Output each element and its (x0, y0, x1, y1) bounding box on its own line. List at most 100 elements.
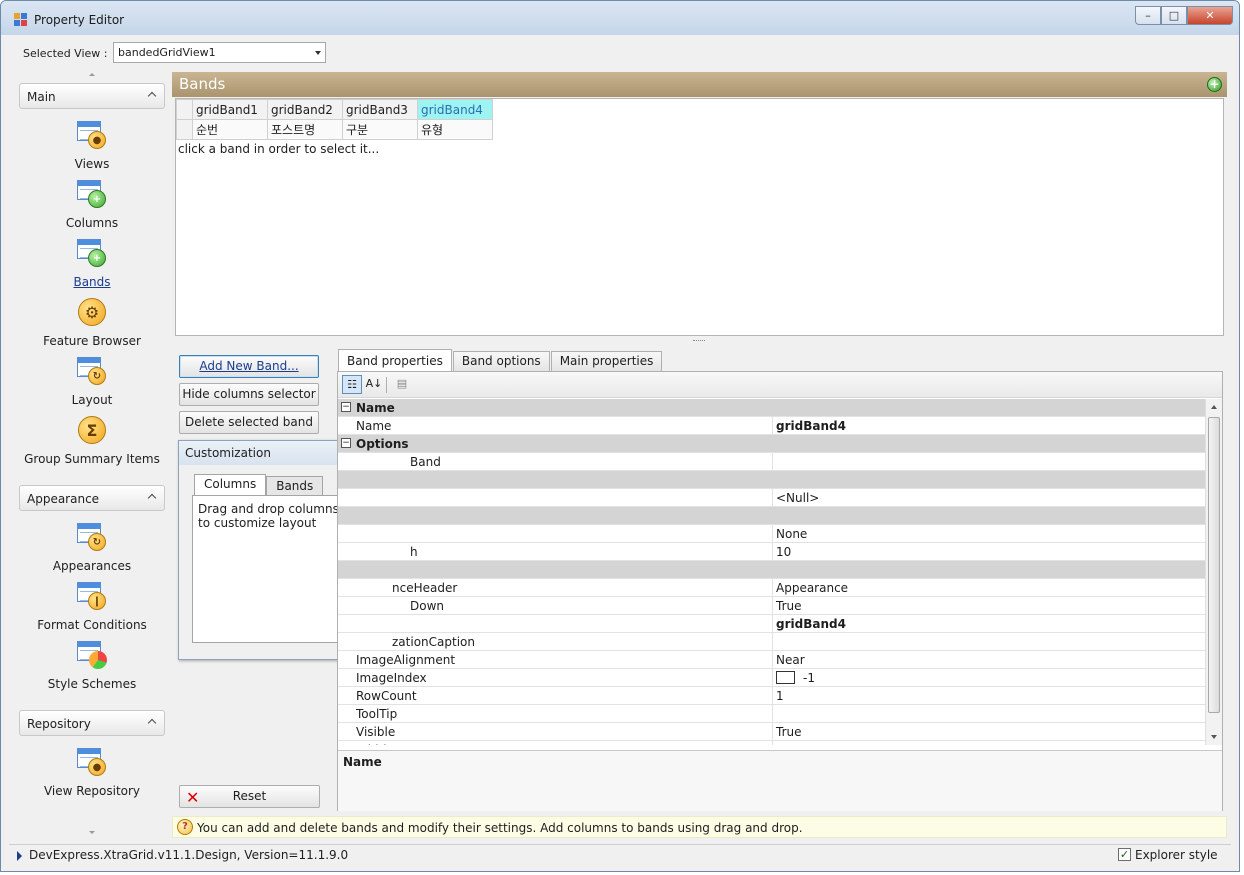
property-row[interactable]: nceHeader Appearance (338, 579, 1206, 597)
chevron-up-icon[interactable] (147, 493, 157, 503)
nav-item-views[interactable]: ● Views (19, 119, 165, 175)
views-icon: ● (76, 119, 108, 151)
band-header-gridband3[interactable]: gridBand3 (342, 99, 418, 120)
add-band-icon[interactable]: + (1207, 77, 1222, 92)
property-row[interactable]: ImageIndex -1 (338, 669, 1206, 687)
chevron-up-icon[interactable] (147, 718, 157, 728)
nav-group-repository[interactable]: Repository (19, 710, 165, 736)
column-header[interactable]: 구분 (342, 119, 418, 140)
property-value[interactable]: None (772, 525, 1206, 542)
splitter-handle[interactable] (693, 340, 705, 342)
minimize-button[interactable]: – (1135, 6, 1161, 25)
column-header[interactable]: 유형 (417, 119, 493, 140)
property-value[interactable]: 1 (772, 687, 1206, 704)
property-category-row[interactable] (338, 561, 1206, 579)
tab-band-properties[interactable]: Band properties (338, 349, 452, 372)
bands-icon: + (76, 237, 108, 269)
alphabetical-sort-icon[interactable]: A↓ (364, 375, 384, 394)
tab-columns[interactable]: Columns (194, 474, 267, 496)
property-row[interactable]: Name gridBand4 (338, 417, 1206, 435)
property-description: Name (338, 750, 1222, 811)
property-value[interactable]: 70 (772, 741, 1206, 745)
band-header-gridband2[interactable]: gridBand2 (267, 99, 343, 120)
explorer-style-label[interactable]: Explorer style (1135, 848, 1218, 862)
collapse-icon[interactable]: − (341, 438, 351, 448)
nav-item-label: Appearances (52, 559, 132, 573)
nav-scroll-up-icon[interactable] (89, 73, 95, 76)
expand-arrow-icon[interactable] (17, 851, 22, 861)
property-grid[interactable]: − Name Name gridBand4− Options Band <Null> None… (338, 399, 1206, 745)
band-header-gridband1[interactable]: gridBand1 (192, 99, 268, 120)
categorized-icon[interactable]: ☷ (342, 375, 362, 394)
property-category-row[interactable]: − Name (338, 399, 1206, 417)
property-grid-scrollbar[interactable] (1205, 399, 1222, 745)
band-header-gridband4[interactable]: gridBand4 (417, 99, 493, 120)
property-value[interactable] (772, 453, 1206, 470)
scrollbar-thumb[interactable] (1208, 417, 1220, 713)
property-value[interactable]: gridBand4 (772, 615, 1206, 632)
column-header[interactable]: 순번 (192, 119, 268, 140)
property-row[interactable]: Width 70 (338, 741, 1206, 745)
property-category-row[interactable]: − Options (338, 435, 1206, 453)
nav-scroll-down-icon[interactable] (89, 831, 95, 834)
scroll-down-icon[interactable] (1211, 735, 1217, 739)
property-pages-icon[interactable]: ▤ (392, 375, 412, 394)
property-category-row[interactable] (338, 507, 1206, 525)
maximize-button[interactable]: □ (1161, 6, 1187, 25)
hide-columns-selector-button[interactable]: Hide columns selector (179, 383, 319, 406)
chevron-up-icon[interactable] (147, 91, 157, 101)
add-new-band-button[interactable]: Add New Band... (179, 355, 319, 378)
property-row[interactable]: None (338, 525, 1206, 543)
property-row[interactable]: Band (338, 453, 1206, 471)
property-value[interactable]: 10 (772, 543, 1206, 560)
property-row[interactable]: zationCaption (338, 633, 1206, 651)
property-value[interactable]: True (772, 597, 1206, 614)
property-value[interactable]: <Null> (772, 489, 1206, 506)
column-header[interactable]: 포스트명 (267, 119, 343, 140)
tab-band-options[interactable]: Band options (452, 351, 550, 372)
close-button[interactable]: ✕ (1187, 6, 1233, 25)
tab-bands[interactable]: Bands (266, 476, 324, 496)
nav-item-group-summary-items[interactable]: Σ Group Summary Items (19, 414, 165, 470)
nav-item-feature-browser[interactable]: ⚙ Feature Browser (19, 296, 165, 352)
bands-designer[interactable]: gridBand1 gridBand2 gridBand3 gridBand4 … (175, 98, 1224, 336)
explorer-style-checkbox[interactable]: ✓ (1118, 848, 1131, 861)
property-row[interactable]: <Null> (338, 489, 1206, 507)
title-bar[interactable]: Property Editor – □ ✕ (1, 1, 1239, 35)
scroll-up-icon[interactable] (1211, 405, 1217, 409)
property-row[interactable]: Visible True (338, 723, 1206, 741)
property-row[interactable]: gridBand4 (338, 615, 1206, 633)
property-category-row[interactable] (338, 471, 1206, 489)
nav-item-layout[interactable]: ↻ Layout (19, 355, 165, 411)
nav-item-bands[interactable]: + Bands (19, 237, 165, 293)
property-row[interactable]: ImageAlignment Near (338, 651, 1206, 669)
tab-main-properties[interactable]: Main properties (550, 351, 663, 372)
band-select-hint: click a band in order to select it... (178, 142, 380, 156)
nav-item-format-conditions[interactable]: ❙ Format Conditions (19, 580, 165, 636)
property-value[interactable]: Near (772, 651, 1206, 668)
nav-item-appearances[interactable]: ↻ Appearances (19, 521, 165, 577)
group-summary-icon: Σ (76, 414, 108, 446)
property-value[interactable]: True (772, 723, 1206, 740)
property-value[interactable]: gridBand4 (772, 417, 1206, 434)
property-row[interactable]: ToolTip (338, 705, 1206, 723)
property-value[interactable]: Appearance (772, 579, 1206, 596)
nav-item-label: Feature Browser (43, 334, 141, 348)
nav-group-appearance[interactable]: Appearance (19, 485, 165, 511)
delete-selected-band-button[interactable]: Delete selected band (179, 411, 319, 434)
format-conditions-icon: ❙ (76, 580, 108, 612)
property-row[interactable]: RowCount 1 (338, 687, 1206, 705)
property-row[interactable]: Down True (338, 597, 1206, 615)
property-value[interactable]: -1 (772, 669, 1206, 686)
reset-button[interactable]: ✕ Reset (179, 785, 320, 808)
nav-item-view-repository[interactable]: ● View Repository (19, 746, 165, 802)
nav-item-columns[interactable]: + Columns (19, 178, 165, 234)
property-row[interactable]: h 10 (338, 543, 1206, 561)
property-value[interactable] (772, 633, 1206, 650)
chevron-down-icon[interactable] (315, 51, 321, 55)
property-value[interactable] (772, 705, 1206, 722)
collapse-icon[interactable]: − (341, 402, 351, 412)
nav-group-main[interactable]: Main (19, 83, 165, 109)
nav-item-style-schemes[interactable]: Style Schemes (19, 639, 165, 695)
selected-view-combo[interactable]: bandedGridView1 (113, 42, 326, 63)
